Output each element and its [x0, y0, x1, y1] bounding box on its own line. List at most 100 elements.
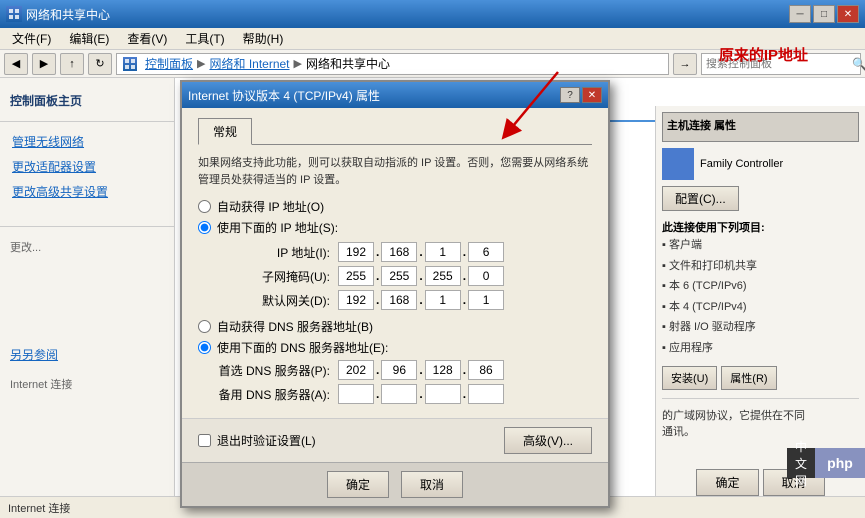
ip-dot3: . — [463, 242, 466, 262]
adns-dot2: . — [419, 384, 422, 404]
manual-dns-row: 使用下面的 DNS 服务器地址(E): — [198, 339, 592, 356]
pdns-dot1: . — [376, 360, 379, 380]
footer-right: 高级(V)... — [504, 427, 592, 454]
sidebar-link-adapter[interactable]: 更改适配器设置 — [0, 155, 174, 180]
pdns-seg1[interactable] — [338, 360, 374, 380]
sidebar-another: 另另参阅 — [0, 339, 174, 372]
tab-general[interactable]: 常规 — [198, 118, 252, 145]
adns-dot1: . — [376, 384, 379, 404]
app-icon — [6, 6, 22, 22]
menu-edit[interactable]: 编辑(E) — [61, 28, 117, 49]
menu-file[interactable]: 文件(F) — [4, 28, 59, 49]
up-button[interactable]: ↑ — [60, 53, 84, 75]
maximize-button[interactable]: □ — [813, 5, 835, 23]
subnet-input-group: . . . — [338, 266, 504, 286]
advanced-button[interactable]: 高级(V)... — [504, 427, 592, 454]
ip-seg1[interactable] — [338, 242, 374, 262]
footer-left: 退出时验证设置(L) — [198, 432, 316, 449]
sidebar-link-wireless[interactable]: 管理无线网络 — [0, 130, 174, 155]
auto-dns-row: 自动获得 DNS 服务器地址(B) — [198, 318, 592, 335]
breadcrumb-part1[interactable]: 控制面板 — [145, 55, 193, 72]
title-bar-left: 网络和共享中心 — [6, 6, 110, 23]
auto-ip-radio[interactable] — [198, 200, 211, 213]
close-button[interactable]: ✕ — [837, 5, 859, 23]
manual-ip-row: 使用下面的 IP 地址(S): — [198, 219, 592, 236]
breadcrumb-sep2: ▶ — [294, 57, 302, 70]
adns-seg2[interactable] — [381, 384, 417, 404]
sidebar-link-another[interactable]: 另另参阅 — [10, 343, 164, 368]
exit-validate-label: 退出时验证设置(L) — [217, 432, 316, 449]
minimize-button[interactable]: ─ — [789, 5, 811, 23]
adns-seg1[interactable] — [338, 384, 374, 404]
install-button[interactable]: 安装(U) — [662, 366, 717, 390]
ip-address-group: IP 地址(I): . . . — [198, 242, 592, 262]
auto-ip-label: 自动获得 IP 地址(O) — [217, 198, 324, 215]
preferred-dns-label: 首选 DNS 服务器(P): — [218, 362, 338, 379]
preferred-dns-group: 首选 DNS 服务器(P): . . . — [198, 360, 592, 380]
pdns-seg2[interactable] — [381, 360, 417, 380]
dialog-footer: 退出时验证设置(L) 高级(V)... — [182, 418, 608, 462]
breadcrumb-part2[interactable]: 网络和 Internet — [209, 55, 289, 72]
address-path: 控制面板 ▶ 网络和 Internet ▶ 网络和共享中心 — [116, 53, 669, 75]
sidebar-divider1 — [0, 121, 174, 122]
subnet-seg1[interactable] — [338, 266, 374, 286]
subnet-seg4[interactable] — [468, 266, 504, 286]
forward-button[interactable]: ▶ — [32, 53, 56, 75]
gateway-seg3[interactable] — [425, 290, 461, 310]
net-item-4: ▪ 本 4 (TCP/IPv4) — [662, 297, 859, 318]
ip-seg4[interactable] — [468, 242, 504, 262]
title-bar-controls: ─ □ ✕ — [789, 5, 859, 23]
ip-radio-group: 自动获得 IP 地址(O) 使用下面的 IP 地址(S): — [198, 198, 592, 236]
subnet-seg3[interactable] — [425, 266, 461, 286]
back-button[interactable]: ◀ — [4, 53, 28, 75]
refresh-button[interactable]: ↻ — [88, 53, 112, 75]
gateway-seg2[interactable] — [381, 290, 417, 310]
dialog-ok-cancel: 确定 取消 — [182, 462, 608, 506]
adapter-title-bar: 主机连接 属性 — [662, 112, 859, 142]
panel-ok-button[interactable]: 确定 — [696, 469, 758, 496]
properties-button[interactable]: 属性(R) — [721, 366, 776, 390]
manual-ip-radio[interactable] — [198, 221, 211, 234]
dns-group: 自动获得 DNS 服务器地址(B) 使用下面的 DNS 服务器地址(E): — [198, 318, 592, 356]
dialog-title-controls: ? ✕ — [560, 87, 602, 103]
gateway-seg4[interactable] — [468, 290, 504, 310]
gateway-input-group: . . . — [338, 290, 504, 310]
menu-view[interactable]: 查看(V) — [119, 28, 175, 49]
net-item-3: ▪ 本 6 (TCP/IPv6) — [662, 276, 859, 297]
ip-seg3[interactable] — [425, 242, 461, 262]
manual-dns-radio[interactable] — [198, 341, 211, 354]
subnet-seg2[interactable] — [381, 266, 417, 286]
pdns-seg3[interactable] — [425, 360, 461, 380]
menu-help[interactable]: 帮助(H) — [235, 28, 292, 49]
alternate-dns-group: 备用 DNS 服务器(A): . . . — [198, 384, 592, 404]
dialog-ok-button[interactable]: 确定 — [327, 471, 389, 498]
search-icon[interactable]: 🔍 — [852, 57, 865, 71]
exit-validate-checkbox[interactable] — [198, 434, 211, 447]
adns-seg3[interactable] — [425, 384, 461, 404]
manual-ip-label: 使用下面的 IP 地址(S): — [217, 219, 338, 236]
auto-dns-label: 自动获得 DNS 服务器地址(B) — [217, 318, 373, 335]
window-title: 网络和共享中心 — [26, 6, 110, 23]
gateway-seg1[interactable] — [338, 290, 374, 310]
dialog-help-button[interactable]: ? — [560, 87, 580, 103]
php-badge: php — [815, 448, 865, 478]
title-bar: 网络和共享中心 ─ □ ✕ — [0, 0, 865, 28]
pdns-seg4[interactable] — [468, 360, 504, 380]
breadcrumb-sep1: ▶ — [197, 57, 205, 70]
gateway-dot3: . — [463, 290, 466, 310]
dialog-close-button[interactable]: ✕ — [582, 87, 602, 103]
dialog-cancel-button[interactable]: 取消 — [401, 471, 463, 498]
net-item-1: ▪ 客户端 — [662, 235, 859, 256]
menu-tools[interactable]: 工具(T) — [177, 28, 232, 49]
ip-seg2[interactable] — [381, 242, 417, 262]
net-item-5: ▪ 射器 I/O 驱动程序 — [662, 317, 859, 338]
gateway-dot1: . — [376, 290, 379, 310]
go-button[interactable]: → — [673, 53, 697, 75]
subnet-dot3: . — [463, 266, 466, 286]
install-props-btns: 安装(U) 属性(R) — [662, 366, 859, 390]
adns-seg4[interactable] — [468, 384, 504, 404]
sidebar-link-sharing[interactable]: 更改高级共享设置 — [0, 180, 174, 205]
manual-dns-label: 使用下面的 DNS 服务器地址(E): — [217, 339, 388, 356]
auto-dns-radio[interactable] — [198, 320, 211, 333]
configure-button[interactable]: 配置(C)... — [662, 186, 739, 211]
